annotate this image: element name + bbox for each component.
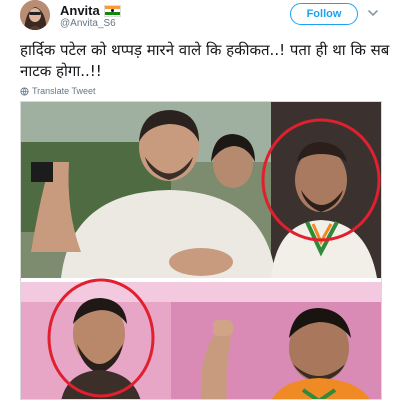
tweet-text: हार्दिक पटेल को थप्पड़ मारने वाले कि हकी… [20,41,390,80]
author-name[interactable]: Anvita [60,3,100,18]
avatar[interactable] [20,0,50,30]
globe-icon [20,86,29,96]
india-flag-icon [103,4,121,17]
translate-label: Translate Tweet [32,86,96,96]
top-photo [21,102,381,278]
translate-tweet-link[interactable]: Translate Tweet [20,86,96,96]
tweet-card: Anvita @Anvita_S6 Follow हार्दिक पटेल को… [0,0,402,400]
tweet-media[interactable] [20,101,382,400]
tweet-header: Anvita @Anvita_S6 Follow [0,0,402,36]
media-collage [21,102,381,399]
chevron-down-icon[interactable] [366,6,380,20]
author-handle[interactable]: @Anvita_S6 [60,18,116,29]
bottom-photo [21,278,381,399]
author-name-row: Anvita [60,3,121,18]
follow-button[interactable]: Follow [290,3,358,25]
